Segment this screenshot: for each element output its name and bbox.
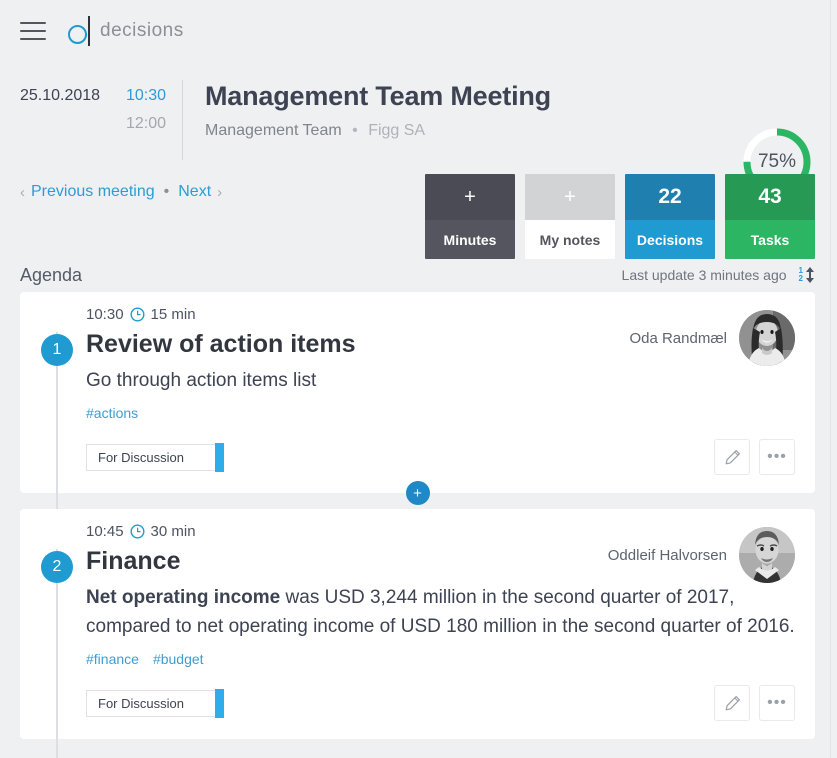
clock-icon xyxy=(130,524,145,539)
agenda-item-tags: #finance #budget xyxy=(86,651,795,667)
agenda-item-time: 10:30 xyxy=(86,306,124,323)
pencil-icon xyxy=(725,449,740,464)
sort-num-bottom: 2 xyxy=(798,274,803,283)
meeting-organization: Figg SA xyxy=(368,122,426,139)
agenda-item-owner: Oda Randmæl xyxy=(629,310,795,366)
clock-icon xyxy=(130,307,145,322)
meeting-date: 25.10.2018 xyxy=(20,87,101,104)
top-bar: decisions xyxy=(0,0,837,62)
agenda-item-description: Go through action items list xyxy=(86,370,317,391)
sort-order-icon[interactable]: 1 2 xyxy=(799,267,815,283)
tile-tasks[interactable]: 43 Tasks xyxy=(725,174,815,259)
meeting-header: 25.10.2018 10:30 12:00 Management Team M… xyxy=(0,62,837,196)
logo-text: decisions xyxy=(100,20,184,41)
meeting-end-time: 12:00 xyxy=(125,115,166,132)
app-root: decisions 25.10.2018 10:30 12:00 Managem… xyxy=(0,0,837,758)
tile-minutes-value: + xyxy=(425,174,515,220)
tile-tasks-count: 43 xyxy=(725,174,815,220)
meeting-team: Management Team xyxy=(205,122,342,139)
next-chevron-icon: › xyxy=(217,183,223,201)
agenda-item-tags: #actions xyxy=(86,405,795,421)
agenda-item-footer: For Discussion ••• xyxy=(86,685,795,721)
right-edge-border xyxy=(830,0,837,758)
edit-button[interactable] xyxy=(714,685,750,721)
status-badge-color-edge xyxy=(215,688,224,718)
ellipsis-icon: ••• xyxy=(767,694,787,711)
edit-button[interactable] xyxy=(714,439,750,475)
meeting-start-time: 10:30 xyxy=(125,87,166,104)
more-options-button[interactable]: ••• xyxy=(759,685,795,721)
tag-link[interactable]: #actions xyxy=(86,405,138,421)
status-badge[interactable]: For Discussion xyxy=(86,442,224,472)
meeting-title-block: Management Team Meeting Management Team … xyxy=(205,78,817,140)
meeting-subtitle: Management Team • Figg SA xyxy=(205,122,817,140)
app-logo[interactable]: decisions xyxy=(68,14,184,48)
pencil-icon xyxy=(725,695,740,710)
tile-decisions[interactable]: 22 Decisions xyxy=(625,174,715,259)
last-update-text: Last update 3 minutes ago xyxy=(621,267,787,283)
agenda-item-footer: For Discussion ••• xyxy=(86,439,795,475)
summary-tiles: + Minutes + My notes 22 Decisions 43 Tas… xyxy=(425,174,815,259)
tile-my-notes-value: + xyxy=(525,174,615,220)
agenda-item-description: Net operating income was USD 3,244 milli… xyxy=(86,583,795,641)
status-badge-label: For Discussion xyxy=(98,449,184,465)
tile-minutes-label: Minutes xyxy=(425,220,515,259)
tile-minutes[interactable]: + Minutes xyxy=(425,174,515,259)
owner-name: Oddleif Halvorsen xyxy=(607,546,727,564)
tag-link[interactable]: #finance xyxy=(86,651,139,667)
avatar[interactable] xyxy=(739,310,795,366)
agenda-list: 1 Oda Randmæl 10:30 15 min Review of act… xyxy=(0,292,837,758)
agenda-item-actions: ••• xyxy=(714,685,795,721)
next-meeting-link[interactable]: Next xyxy=(178,183,211,201)
header-divider xyxy=(182,80,183,160)
agenda-item-1[interactable]: 1 Oda Randmæl 10:30 15 min Review of act… xyxy=(20,292,815,515)
description-bold-lead: Net operating income xyxy=(86,587,281,608)
decisions-logo-icon xyxy=(68,14,96,48)
tile-my-notes[interactable]: + My notes xyxy=(525,174,615,259)
status-badge[interactable]: For Discussion xyxy=(86,688,224,718)
tile-my-notes-label: My notes xyxy=(525,220,615,259)
tile-decisions-label: Decisions xyxy=(625,220,715,259)
status-badge-label: For Discussion xyxy=(98,695,184,711)
agenda-heading: Agenda xyxy=(20,264,83,285)
previous-meeting-link[interactable]: Previous meeting xyxy=(31,183,155,201)
nav-and-tiles-row: ‹ Previous meeting • Next › + Minutes + … xyxy=(0,166,837,266)
agenda-item-duration: 30 min xyxy=(150,523,196,540)
add-agenda-item-button[interactable]: + xyxy=(405,481,430,505)
hamburger-menu-icon[interactable] xyxy=(20,22,46,40)
status-badge-color-edge xyxy=(215,442,224,472)
page-title: Management Team Meeting xyxy=(205,81,551,111)
owner-name: Oda Randmæl xyxy=(629,329,727,347)
agenda-item-time: 10:45 xyxy=(86,523,124,540)
agenda-item-owner: Oddleif Halvorsen xyxy=(608,527,795,583)
tile-decisions-count: 22 xyxy=(625,174,715,220)
more-options-button[interactable]: ••• xyxy=(759,439,795,475)
agenda-item-2[interactable]: 2 Oddleif Halvorsen 10:45 30 min Finance… xyxy=(20,509,815,758)
subtitle-separator: • xyxy=(352,122,358,139)
agenda-item-duration: 15 min xyxy=(150,306,196,323)
sort-arrow-icon xyxy=(806,267,814,283)
agenda-item-number: 1 xyxy=(41,334,73,366)
agenda-item-number: 2 xyxy=(41,551,73,583)
previous-chevron-icon: ‹ xyxy=(20,183,25,201)
ellipsis-icon: ••• xyxy=(767,448,787,465)
agenda-toolbar-right: Last update 3 minutes ago 1 2 xyxy=(622,267,815,283)
tag-link[interactable]: #budget xyxy=(153,651,204,667)
nav-dot: • xyxy=(163,183,170,200)
agenda-item-actions: ••• xyxy=(714,439,795,475)
tile-tasks-label: Tasks xyxy=(725,220,815,259)
meeting-datetime: 25.10.2018 10:30 12:00 xyxy=(20,78,172,138)
avatar[interactable] xyxy=(739,527,795,583)
date-spacer xyxy=(20,110,110,138)
